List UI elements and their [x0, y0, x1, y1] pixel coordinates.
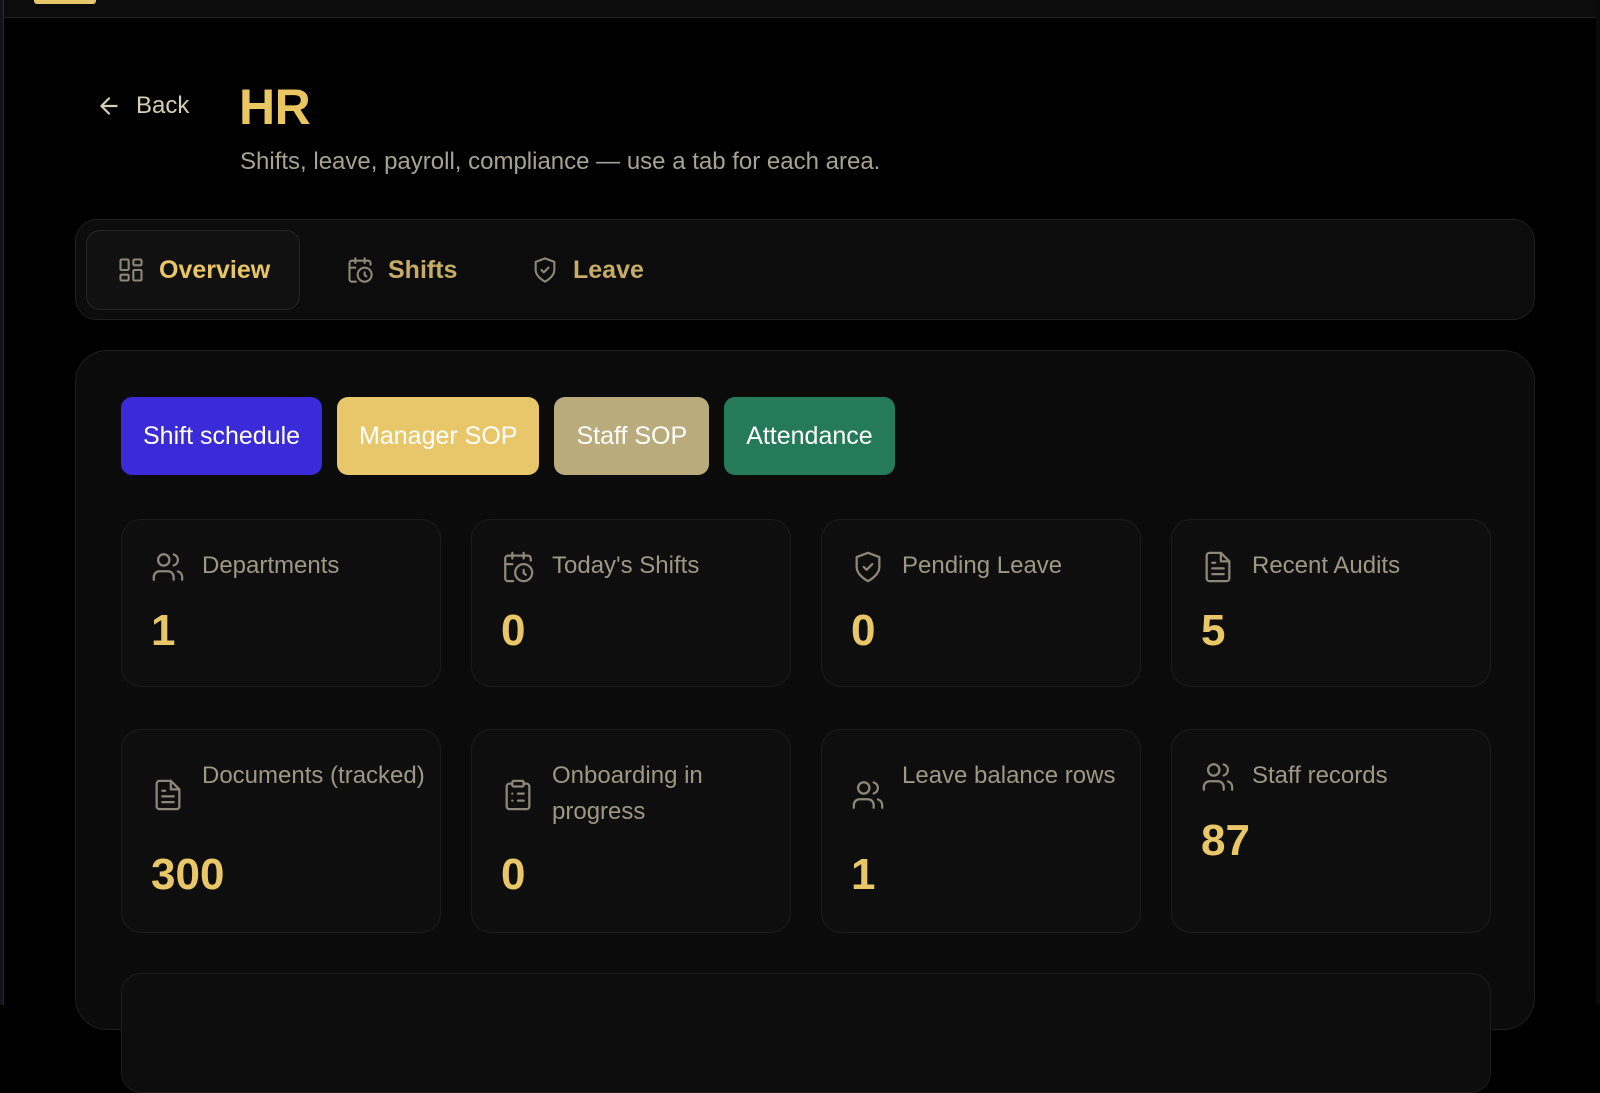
tab-leave-label: Leave: [573, 255, 644, 284]
tab-overview[interactable]: Overview: [86, 230, 300, 310]
stat-card-recent-audits[interactable]: Recent Audits 5: [1171, 519, 1491, 687]
section-card: [121, 973, 1491, 1093]
stat-card-pending-leave[interactable]: Pending Leave 0: [821, 519, 1141, 687]
back-label: Back: [136, 92, 190, 119]
tab-leave[interactable]: Leave: [501, 230, 674, 310]
stat-label: Leave balance rows: [902, 762, 1116, 789]
stat-value: 300: [151, 850, 225, 899]
arrow-left-icon: [100, 97, 118, 115]
stat-card-todays-shifts[interactable]: Today's Shifts 0: [471, 519, 791, 687]
stat-card-leave-balance[interactable]: Leave balance rows 1: [821, 729, 1141, 933]
stat-value: 1: [851, 850, 876, 899]
file-text-icon: [155, 779, 181, 811]
tab-shifts[interactable]: Shifts: [316, 230, 487, 310]
stat-value: 0: [501, 850, 526, 899]
back-button[interactable]: Back: [96, 88, 189, 124]
shield-check-icon: [855, 551, 881, 583]
top-bar: [0, 0, 1600, 18]
tab-bar: Overview Shifts Leave: [75, 219, 1535, 320]
tab-shifts-label: Shifts: [388, 255, 458, 284]
file-text-icon: [1205, 551, 1231, 583]
overview-panel: Shift schedule Manager SOP Staff SOP Att…: [75, 350, 1535, 1093]
stat-value: 0: [851, 606, 876, 655]
window-edge-right: [1596, 0, 1600, 1005]
stat-value: 87: [1201, 816, 1250, 865]
page-subtitle: Shifts, leave, payroll, compliance — use…: [240, 148, 881, 175]
stat-label: Onboarding in progress: [552, 762, 703, 825]
stat-label: Recent Audits: [1252, 552, 1401, 579]
grid-icon: [119, 258, 143, 282]
stat-card-staff-records[interactable]: Staff records 87: [1171, 729, 1491, 933]
stat-label: Today's Shifts: [552, 552, 700, 579]
stat-card-documents[interactable]: Documents (tracked) 300: [121, 729, 441, 933]
quick-actions: Shift schedule Manager SOP Staff SOP Att…: [121, 397, 895, 475]
users-icon: [152, 553, 184, 581]
stat-card-onboarding[interactable]: Onboarding in progress 0: [471, 729, 791, 933]
calendar-clock-icon: [348, 257, 373, 283]
stat-value: 5: [1201, 606, 1226, 655]
window-edge: [0, 0, 4, 1005]
stat-label: Documents (tracked): [202, 762, 425, 789]
staff-sop-button[interactable]: Staff SOP: [554, 397, 710, 475]
stat-value: 1: [151, 606, 176, 655]
attendance-button[interactable]: Attendance: [724, 397, 895, 475]
page-title: HR: [239, 79, 311, 135]
app-logo[interactable]: [34, 0, 96, 4]
shift-schedule-button[interactable]: Shift schedule: [121, 397, 323, 475]
stat-label: Pending Leave: [902, 552, 1063, 579]
shield-check-icon: [534, 257, 556, 283]
users-icon: [1202, 763, 1234, 791]
stat-card-departments[interactable]: Departments 1: [121, 519, 441, 687]
manager-sop-button[interactable]: Manager SOP: [337, 397, 540, 475]
stat-label: Departments: [202, 552, 340, 579]
clipboard-list-icon: [505, 779, 531, 811]
stat-value: 0: [501, 606, 526, 655]
users-icon: [852, 781, 884, 809]
stat-label: Staff records: [1252, 762, 1388, 789]
tab-overview-label: Overview: [159, 255, 271, 284]
calendar-clock-icon: [504, 551, 534, 583]
